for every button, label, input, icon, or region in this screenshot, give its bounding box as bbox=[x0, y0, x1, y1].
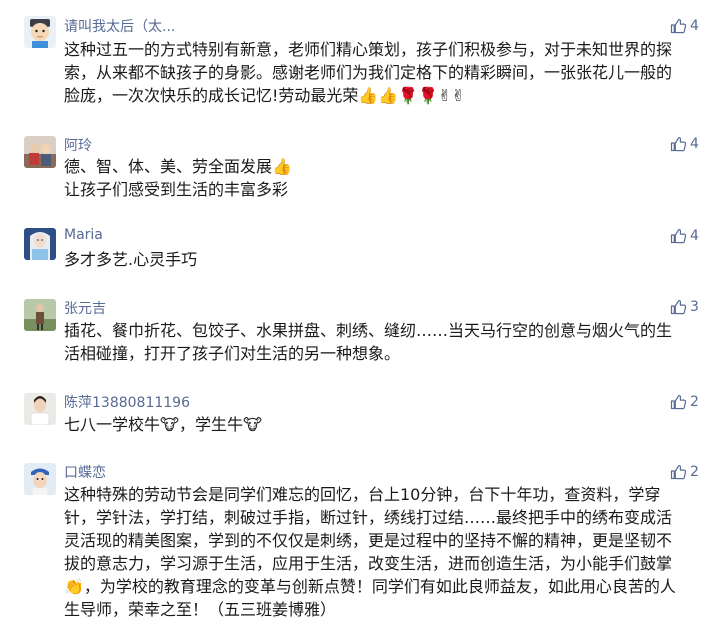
like-count: 2 bbox=[690, 394, 699, 410]
commenter-name[interactable]: 阿玲 bbox=[64, 135, 92, 155]
comment-line: 德、智、体、美、劳全面发展👍 bbox=[64, 157, 292, 176]
avatar[interactable] bbox=[24, 299, 56, 331]
commenter-name[interactable]: 张元吉 bbox=[64, 298, 106, 318]
like-count: 3 bbox=[690, 299, 699, 315]
comment-line: 这种特殊的劳动节会是同学们难忘的回忆，台上10分钟，台下十年功，查资料，学穿 bbox=[64, 485, 661, 504]
avatar[interactable] bbox=[24, 463, 56, 495]
like-button[interactable]: 3 bbox=[669, 297, 702, 317]
thumbs-up-icon bbox=[669, 393, 687, 411]
like-button[interactable]: 4 bbox=[669, 134, 702, 154]
commenter-name[interactable]: 口蝶恋 bbox=[64, 462, 106, 482]
commenter-name[interactable]: 陈萍13880811196 bbox=[64, 392, 190, 412]
like-count: 4 bbox=[690, 18, 699, 34]
like-button[interactable]: 2 bbox=[669, 392, 702, 412]
comment-text: 德、智、体、美、劳全面发展👍 让孩子们感受到生活的丰富多彩 bbox=[64, 155, 700, 201]
comment-line: 多才多艺.心灵手巧 bbox=[64, 250, 198, 269]
thumbs-up-icon bbox=[669, 17, 687, 35]
comment-line: 索，从来都不缺孩子的身影。感谢老师们为我们定格下的精彩瞬间，一张张花儿一般的 bbox=[64, 63, 673, 82]
avatar[interactable] bbox=[24, 136, 56, 168]
commenter-name[interactable]: Maria bbox=[64, 227, 103, 243]
avatar[interactable] bbox=[24, 228, 56, 260]
comment-text: 插花、餐巾折花、包饺子、水果拼盘、刺绣、缝纫……当天马行空的创意与烟火气的生 活… bbox=[64, 319, 700, 365]
like-button[interactable]: 4 bbox=[669, 16, 702, 36]
thumbs-up-icon bbox=[669, 135, 687, 153]
comment-line: 生导师，荣幸之至！（五三班姜博雅） bbox=[64, 600, 337, 619]
comment-text: 多才多艺.心灵手巧 bbox=[64, 248, 700, 271]
thumbs-up-icon bbox=[669, 298, 687, 316]
comment-line: 灵活现的精美图案，学到的不仅仅是刺绣，更是过程中的坚持不懈的精神，更是坚韧不 bbox=[64, 531, 673, 550]
comment-text: 这种过五一的方式特别有新意，老师们精心策划，孩子们积极参与，对于未知世界的探 索… bbox=[64, 38, 700, 107]
comment-line: 脸庞，一次次快乐的成长记忆!劳动最光荣👍👍🌹🌹✌✌ bbox=[64, 86, 465, 105]
comment-text: 这种特殊的劳动节会是同学们难忘的回忆，台上10分钟，台下十年功，查资料，学穿 针… bbox=[64, 483, 700, 621]
thumbs-up-icon bbox=[669, 227, 687, 245]
avatar[interactable] bbox=[24, 16, 56, 48]
like-count: 4 bbox=[690, 228, 699, 244]
commenter-name[interactable]: 请叫我太后（太... bbox=[64, 16, 175, 36]
comment-line: 这种过五一的方式特别有新意，老师们精心策划，孩子们积极参与，对于未知世界的探 bbox=[64, 40, 673, 59]
thumbs-up-icon bbox=[669, 463, 687, 481]
comment-line: 让孩子们感受到生活的丰富多彩 bbox=[64, 180, 289, 199]
avatar[interactable] bbox=[24, 393, 56, 425]
comment-line: 插花、餐巾折花、包饺子、水果拼盘、刺绣、缝纫……当天马行空的创意与烟火气的生 bbox=[64, 321, 673, 340]
comment-line: 七八一学校牛🐮，学生牛🐮 bbox=[64, 415, 262, 434]
comment-text: 七八一学校牛🐮，学生牛🐮 bbox=[64, 413, 700, 436]
like-button[interactable]: 2 bbox=[669, 462, 702, 482]
comment-line: 👏，为学校的教育理念的变革与创新点赞！同学们有如此良师益友，如此用心良苦的人 bbox=[64, 577, 676, 596]
like-count: 4 bbox=[690, 136, 699, 152]
comment-line: 活相碰撞，打开了孩子们对生活的另一种想象。 bbox=[64, 344, 401, 363]
like-button[interactable]: 4 bbox=[669, 226, 702, 246]
comment-line: 针，学针法，学打结，刺破过手指，断过针，绣线打过结……最终把手中的绣布变成活 bbox=[64, 508, 673, 527]
comment-line: 拔的意志力，学习源于生活，应用于生活，改变生活，进而创造生活，为小能手们鼓掌 bbox=[64, 554, 673, 573]
like-count: 2 bbox=[690, 464, 699, 480]
